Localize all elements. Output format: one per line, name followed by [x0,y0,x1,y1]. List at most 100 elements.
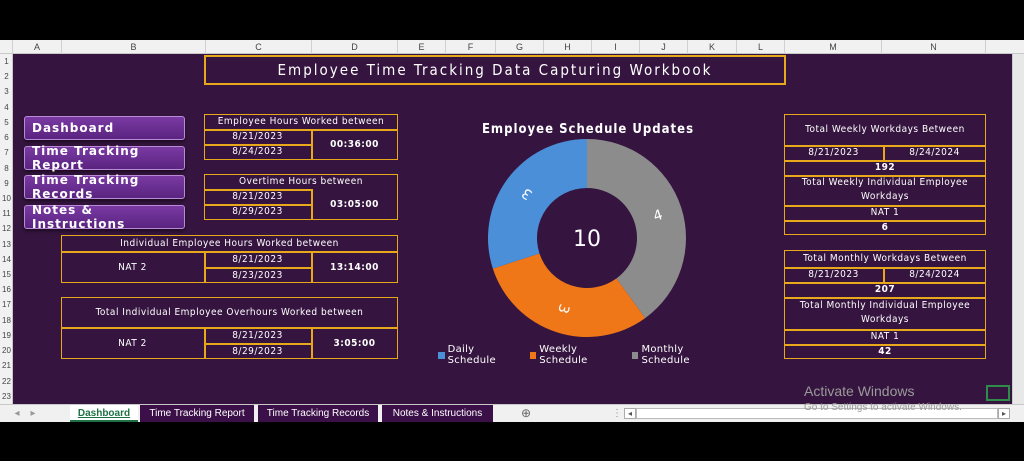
tab-time-tracking-report[interactable]: Time Tracking Report [140,405,254,422]
row-header[interactable]: 13 [0,237,13,252]
start-date: 8/21/2023 [232,253,283,265]
row-header[interactable]: 10 [0,191,13,206]
row-header[interactable]: 2 [0,69,13,84]
row-header[interactable]: 6 [0,130,13,145]
row-header[interactable]: 19 [0,328,13,343]
row-header[interactable]: 21 [0,358,13,373]
legend-swatch [631,351,639,359]
individual-hours-header: Individual Employee Hours Worked between [120,237,339,249]
excel-window: A B C D E F G H I J K L M N 1 2 3 4 5 6 7 8 9 10 1… [0,40,1024,422]
row-header[interactable]: 16 [0,282,13,297]
donut-chart: 43310 [488,139,686,337]
row-header[interactable]: 7 [0,145,13,160]
row-header[interactable]: 18 [0,313,13,328]
row-header[interactable]: 20 [0,343,13,358]
legend-label: Monthly Schedule [641,344,690,366]
overtime-value: 03:05:00 [330,199,379,210]
row-header[interactable]: 14 [0,252,13,267]
column-header-partial[interactable] [986,40,1024,54]
weekly-individual-value: 6 [881,222,889,233]
tab-notes-instructions[interactable]: Notes & Instructions [382,405,493,422]
nav-button-notes-instructions[interactable]: Notes & Instructions [24,203,185,231]
page-title: Employee Time Tracking Data Capturing Wo… [277,61,713,79]
chart-legend: Daily Schedule Weekly Schedule Monthly S… [438,344,738,366]
row-header[interactable]: 22 [0,374,13,389]
hours-worked-value: 00:36:00 [330,139,379,150]
legend-swatch [529,351,537,359]
individual-overhours-header: Total Individual Employee Overhours Work… [95,306,364,318]
weekly-individual-header: Total Weekly Individual Employee Workday… [801,177,969,202]
row-header[interactable]: 11 [0,206,13,221]
legend-swatch [438,351,445,359]
employee-name: NAT 1 [870,331,900,342]
select-all-corner[interactable] [0,40,13,54]
legend-item-monthly: Monthly Schedule [631,344,730,366]
row-header[interactable]: 23 [0,389,13,404]
start-date: 8/21/2023 [232,329,283,341]
scroll-left-icon[interactable]: ◂ [10,405,24,422]
end-date: 8/29/2023 [232,345,283,357]
column-header[interactable]: N [882,40,986,54]
row-header[interactable]: 9 [0,176,13,191]
row-header[interactable]: 4 [0,100,13,115]
column-header[interactable]: J [640,40,688,54]
column-header[interactable]: K [688,40,737,54]
row-header[interactable]: 12 [0,221,13,236]
employee-name: NAT 2 [118,261,147,273]
legend-label: Weekly Schedule [539,344,588,366]
chart-title: Employee Schedule Updates [481,121,695,137]
scroll-right-icon[interactable]: ▸ [26,405,40,422]
column-header[interactable]: I [592,40,640,54]
column-header[interactable]: A [13,40,62,54]
tab-dashboard[interactable]: Dashboard [70,405,138,422]
tab-split-handle[interactable]: ⋮ [612,405,622,422]
start-date: 8/21/2023 [232,131,283,142]
end-date: 8/23/2023 [232,269,283,281]
start-date: 8/21/2023 [808,269,859,280]
end-date: 8/24/2023 [232,146,283,157]
individual-overhours-value: 3:05:00 [333,337,376,349]
individual-hours-value: 13:14:00 [330,261,379,273]
weekly-workdays-header: Total Weekly Workdays Between [805,124,965,135]
row-header[interactable]: 8 [0,161,13,176]
row-header[interactable]: 15 [0,267,13,282]
row-header[interactable]: 17 [0,297,13,312]
weekly-workdays-value: 192 [874,162,896,173]
column-header[interactable]: C [206,40,312,54]
legend-item-weekly: Weekly Schedule [529,344,624,366]
hscroll-right-icon[interactable]: ▸ [998,408,1010,419]
employee-name: NAT 1 [870,207,900,218]
start-date: 8/21/2023 [808,147,859,158]
row-header-bar: 1 2 3 4 5 6 7 8 9 10 11 12 13 14 15 16 17 18 19 20 21 22 23 [0,54,13,404]
monthly-workdays-header: Total Monthly Workdays Between [803,253,967,264]
end-date: 8/24/2024 [909,147,960,158]
start-date: 8/21/2023 [232,191,283,202]
activate-windows-title: Activate Windows [804,383,915,399]
donut-center-total: 10 [573,227,601,252]
column-header[interactable]: L [737,40,785,54]
column-header[interactable]: F [446,40,496,54]
column-header[interactable]: H [544,40,592,54]
monthly-individual-header: Total Monthly Individual Employee Workda… [799,300,971,325]
nav-button-time-tracking-report[interactable]: Time Tracking Report [24,144,185,172]
row-header[interactable]: 3 [0,84,13,99]
employee-name: NAT 2 [118,337,147,349]
column-header[interactable]: M [785,40,882,54]
hours-worked-header: Employee Hours Worked between [217,116,385,127]
row-header[interactable]: 1 [0,54,13,69]
column-header[interactable]: D [312,40,398,54]
row-header[interactable]: 5 [0,115,13,130]
add-sheet-icon[interactable]: ⊕ [518,405,534,422]
active-cell[interactable] [986,385,1010,401]
monthly-workdays-value: 207 [874,284,896,295]
nav-button-time-tracking-records[interactable]: Time Tracking Records [24,173,185,201]
column-header[interactable]: B [62,40,206,54]
column-header[interactable]: E [398,40,446,54]
hscroll-left-icon[interactable]: ◂ [624,408,636,419]
monthly-individual-value: 42 [878,346,892,357]
column-header[interactable]: G [496,40,544,54]
tab-time-tracking-records[interactable]: Time Tracking Records [258,405,378,422]
end-date: 8/29/2023 [232,206,283,217]
nav-button-dashboard[interactable]: Dashboard [24,116,185,140]
vertical-scrollbar[interactable] [1012,54,1024,404]
